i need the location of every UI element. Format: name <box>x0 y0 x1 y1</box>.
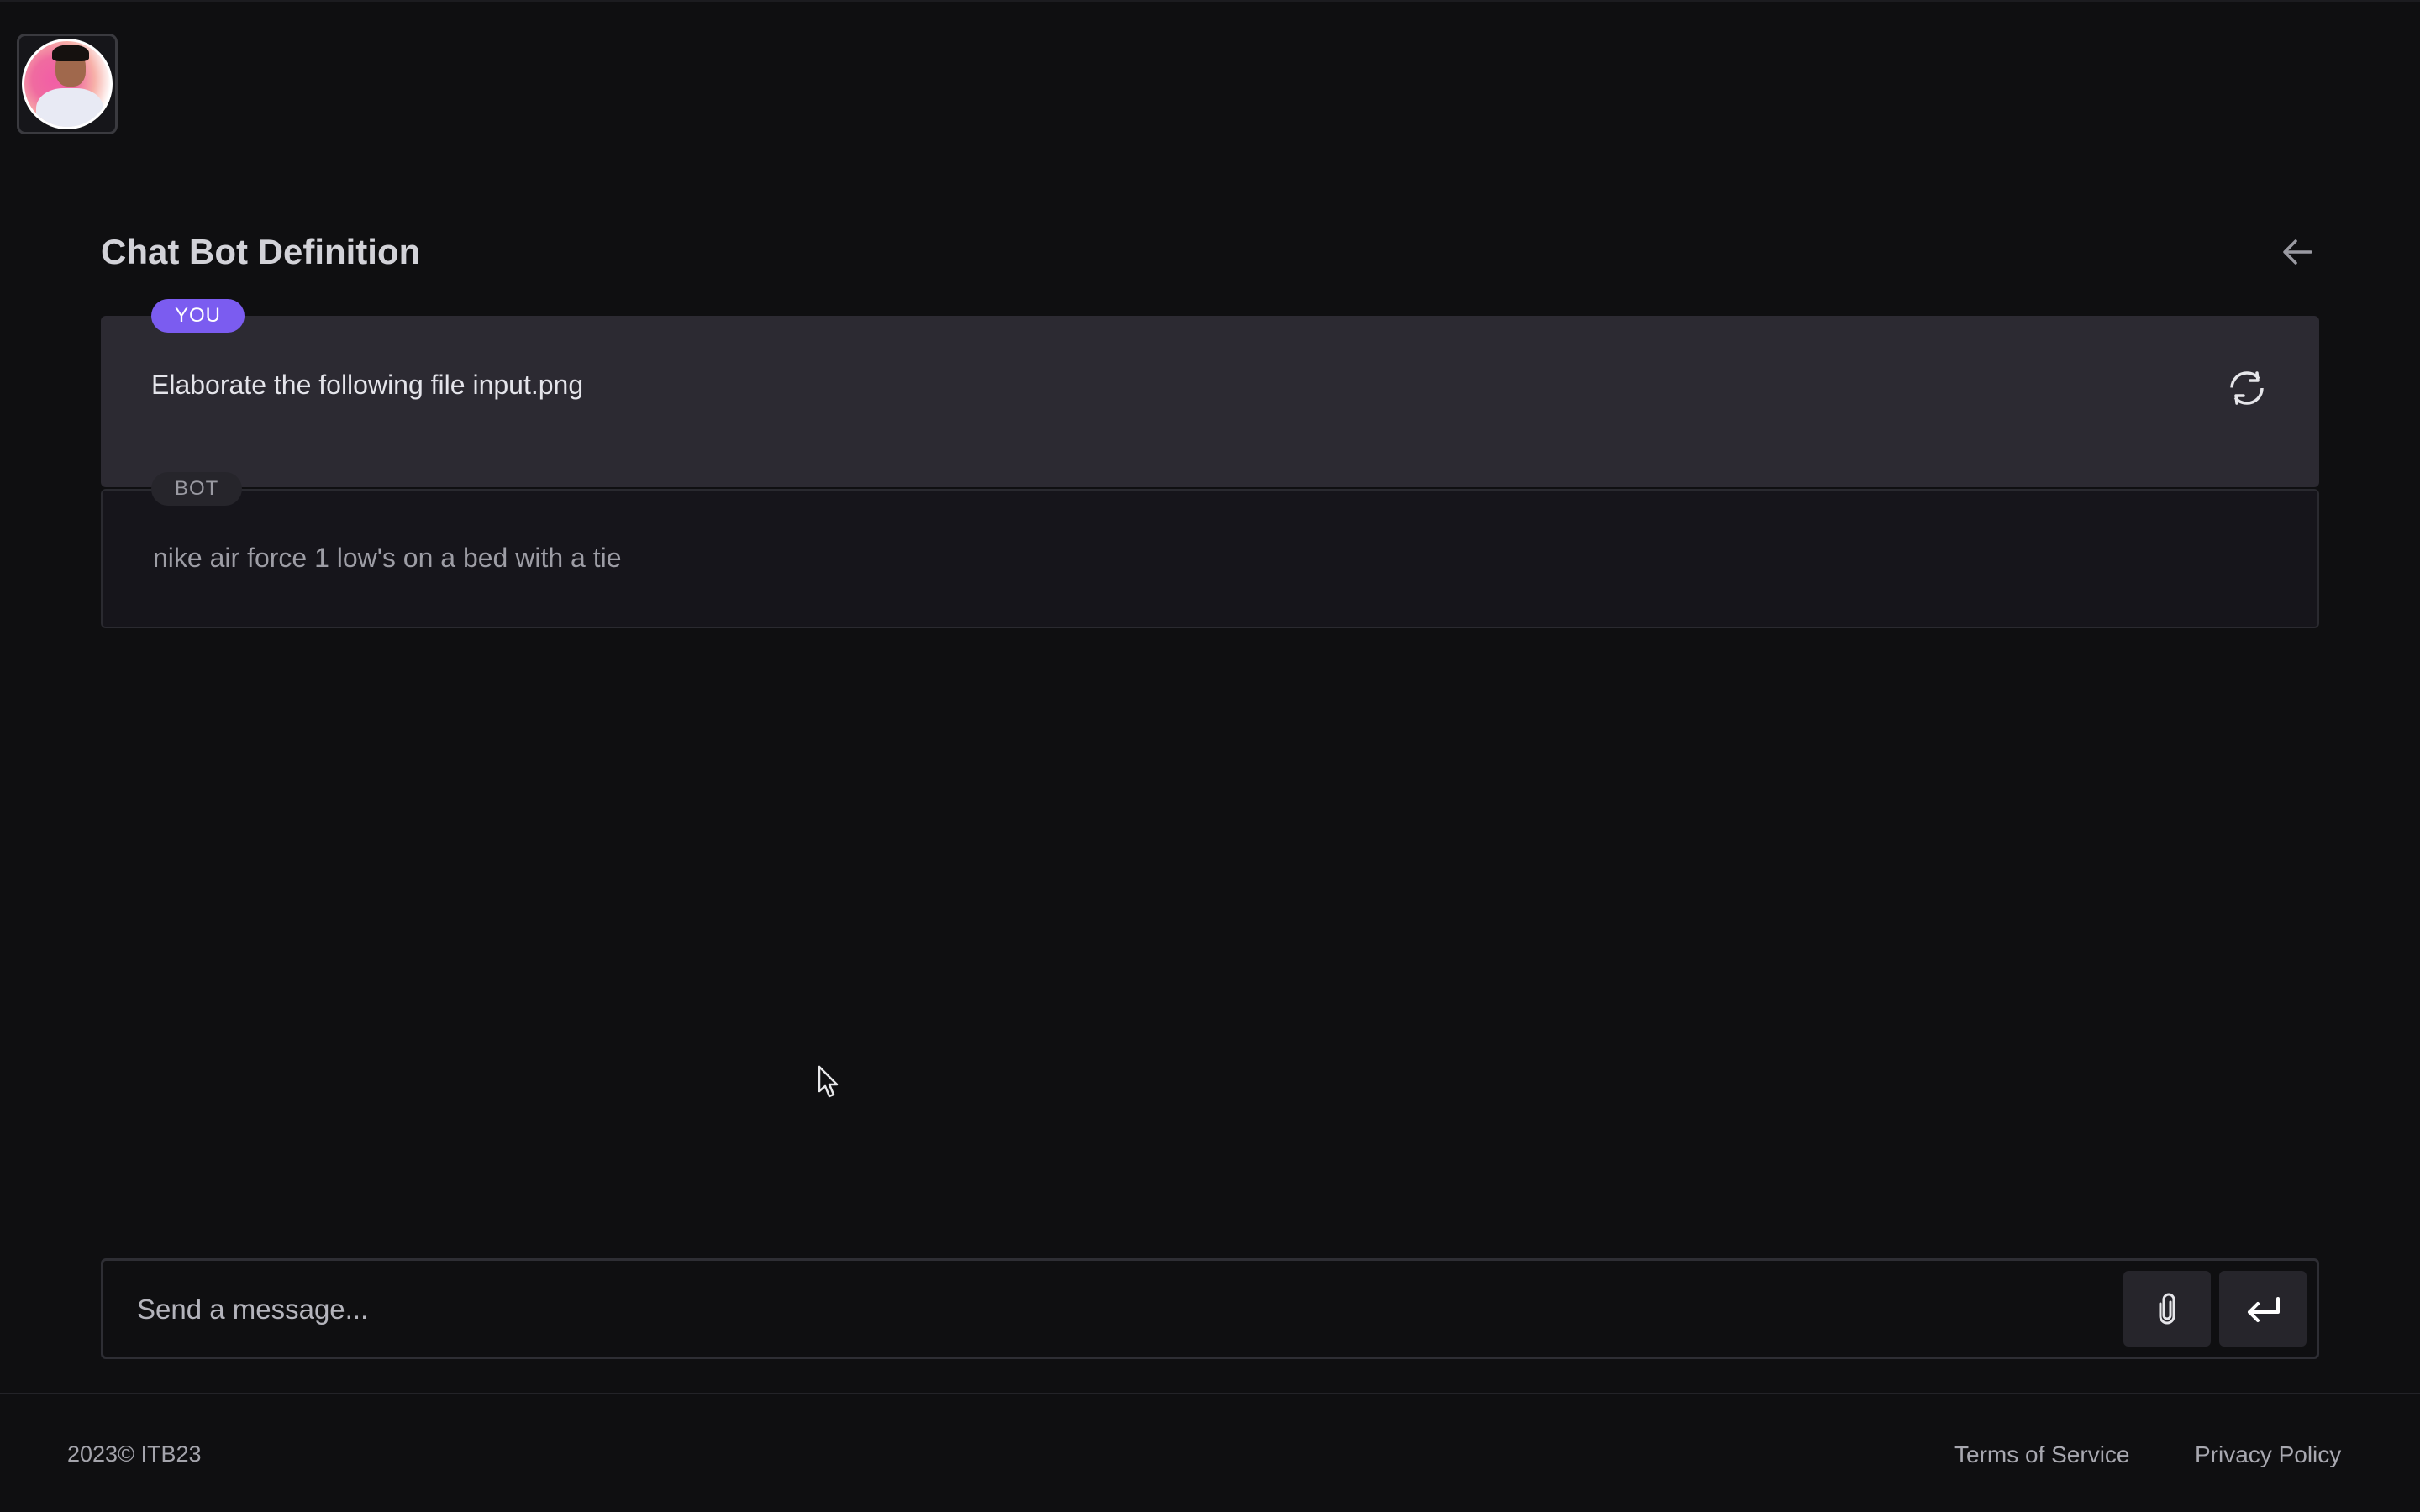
enter-return-icon <box>2248 1297 2280 1322</box>
footer-divider <box>0 1393 2420 1394</box>
send-button[interactable] <box>2219 1271 2307 1347</box>
message-composer <box>101 1258 2319 1359</box>
arrow-left-icon <box>2283 239 2312 265</box>
mouse-cursor-icon <box>818 1065 839 1098</box>
top-border <box>0 0 2420 2</box>
copyright-text: 2023© ITB23 <box>67 1441 202 1467</box>
user-message-text: Elaborate the following file input.png <box>151 370 584 400</box>
back-button[interactable] <box>2277 234 2317 270</box>
message-input[interactable] <box>137 1286 2070 1333</box>
user-role-badge: YOU <box>151 299 245 333</box>
user-avatar-button[interactable] <box>17 34 118 134</box>
regenerate-button[interactable] <box>2223 365 2270 412</box>
bot-role-badge: BOT <box>151 472 243 506</box>
avatar <box>22 39 113 129</box>
privacy-policy-link[interactable]: Privacy Policy <box>2195 1441 2341 1468</box>
terms-of-service-link[interactable]: Terms of Service <box>1954 1441 2130 1468</box>
attach-file-button[interactable] <box>2123 1271 2211 1347</box>
paperclip-icon <box>2159 1293 2175 1325</box>
user-message-card <box>101 316 2319 487</box>
bot-message-text: nike air force 1 low's on a bed with a t… <box>153 543 622 573</box>
page-title: Chat Bot Definition <box>101 232 421 271</box>
refresh-icon <box>2230 371 2264 405</box>
